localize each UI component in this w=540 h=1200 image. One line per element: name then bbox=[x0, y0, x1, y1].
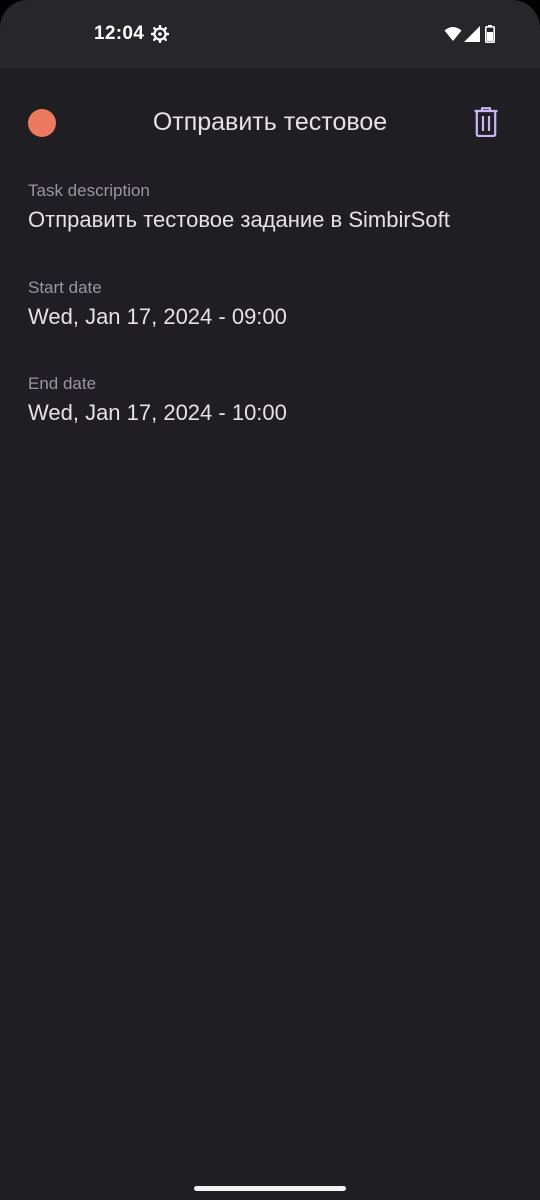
task-color-dot[interactable] bbox=[28, 109, 56, 137]
end-date-value[interactable]: Wed, Jan 17, 2024 - 10:00 bbox=[28, 400, 528, 426]
start-date-value[interactable]: Wed, Jan 17, 2024 - 09:00 bbox=[28, 304, 528, 330]
battery-icon bbox=[485, 25, 495, 43]
gesture-nav-handle[interactable] bbox=[194, 1186, 346, 1191]
top-app-bar: Отправить тестовое bbox=[0, 68, 540, 178]
start-date-label: Start date bbox=[28, 278, 102, 297]
signal-icon bbox=[464, 26, 480, 42]
app-screen: 12:04 Отправить тестовое Task descriptio… bbox=[0, 0, 540, 1200]
task-description-field: Task description Отправить тестовое зада… bbox=[28, 181, 528, 233]
gear-icon bbox=[151, 25, 169, 43]
end-date-field: End date Wed, Jan 17, 2024 - 10:00 bbox=[28, 374, 528, 426]
start-date-field: Start date Wed, Jan 17, 2024 - 09:00 bbox=[28, 278, 528, 330]
task-description-value[interactable]: Отправить тестовое задание в SimbirSoft bbox=[28, 207, 528, 233]
delete-button[interactable] bbox=[466, 102, 506, 142]
end-date-label: End date bbox=[28, 374, 97, 393]
wifi-icon bbox=[444, 27, 462, 41]
status-time: 12:04 bbox=[94, 23, 145, 44]
status-bar: 12:04 bbox=[0, 0, 540, 68]
task-title: Отправить тестовое bbox=[152, 108, 388, 136]
trash-icon bbox=[474, 107, 498, 137]
task-description-label: Task description bbox=[28, 181, 150, 200]
